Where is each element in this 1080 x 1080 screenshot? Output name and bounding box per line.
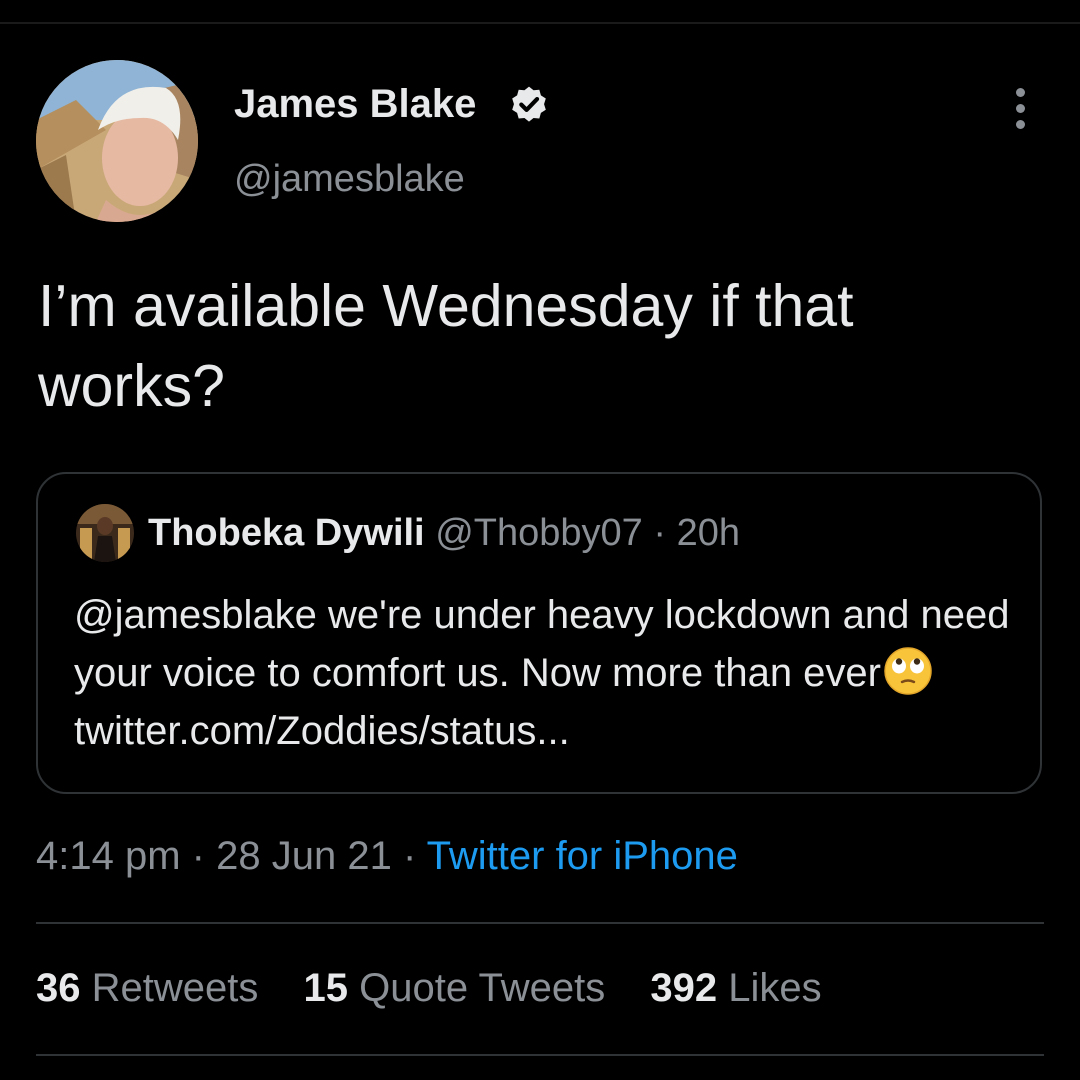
author-handle[interactable]: @jamesblake — [234, 158, 465, 201]
tweet-text: I’m available Wednesday if that works? — [38, 273, 854, 419]
more-dot-icon — [1016, 120, 1025, 129]
author-avatar-image — [36, 60, 198, 222]
divider — [36, 1054, 1044, 1056]
engagement-stats: 36 Retweets 15 Quote Tweets 392 Likes — [36, 966, 856, 1011]
divider — [36, 922, 1044, 924]
quoted-tweet-card[interactable]: Thobeka Dywili @Thobby07 · 20h @jamesbla… — [36, 472, 1042, 794]
quote-tweets-count: 15 — [303, 966, 349, 1010]
author-avatar[interactable] — [36, 60, 198, 222]
more-options-button[interactable] — [1000, 84, 1040, 132]
verified-badge-icon — [512, 86, 546, 122]
likes-stat[interactable]: 392 Likes — [650, 966, 821, 1010]
quote-author-avatar[interactable] — [76, 504, 134, 562]
face-with-rolling-eyes-icon — [884, 647, 932, 695]
retweets-count: 36 — [36, 966, 81, 1010]
more-dot-icon — [1016, 88, 1025, 97]
likes-label: Likes — [728, 966, 822, 1010]
tweet-source-link[interactable]: Twitter for iPhone — [427, 834, 738, 878]
tweet-time[interactable]: 4:14 pm — [36, 834, 181, 878]
quote-separator: · — [653, 512, 666, 554]
retweets-stat[interactable]: 36 Retweets — [36, 966, 270, 1010]
quote-link[interactable]: twitter.com/Zoddies/status... — [74, 709, 570, 753]
quote-tweets-stat[interactable]: 15 Quote Tweets — [304, 966, 617, 1010]
quote-text: @jamesblake we're under heavy lockdown a… — [74, 593, 1010, 695]
quote-timestamp[interactable]: 20h — [677, 512, 740, 554]
retweets-label: Retweets — [91, 966, 259, 1010]
top-divider — [0, 22, 1080, 24]
meta-separator: · — [191, 834, 205, 878]
likes-count: 392 — [650, 966, 718, 1010]
quote-author-handle[interactable]: @Thobby07 — [435, 512, 643, 554]
tweet-meta-line: 4:14 pm · 28 Jun 21 · Twitter for iPhone — [36, 834, 738, 879]
tweet-date[interactable]: 28 Jun 21 — [216, 834, 392, 878]
quote-author-name[interactable]: Thobeka Dywili — [148, 512, 425, 554]
quote-tweets-label: Quote Tweets — [359, 966, 606, 1010]
meta-separator: · — [402, 834, 417, 878]
quote-text-block: @jamesblake we're under heavy lockdown a… — [74, 586, 1024, 760]
more-dot-icon — [1016, 104, 1025, 113]
author-name[interactable]: James Blake — [234, 82, 476, 127]
quote-header: Thobeka Dywili @Thobby07 · 20h — [148, 512, 740, 555]
quote-avatar-image — [76, 504, 134, 562]
